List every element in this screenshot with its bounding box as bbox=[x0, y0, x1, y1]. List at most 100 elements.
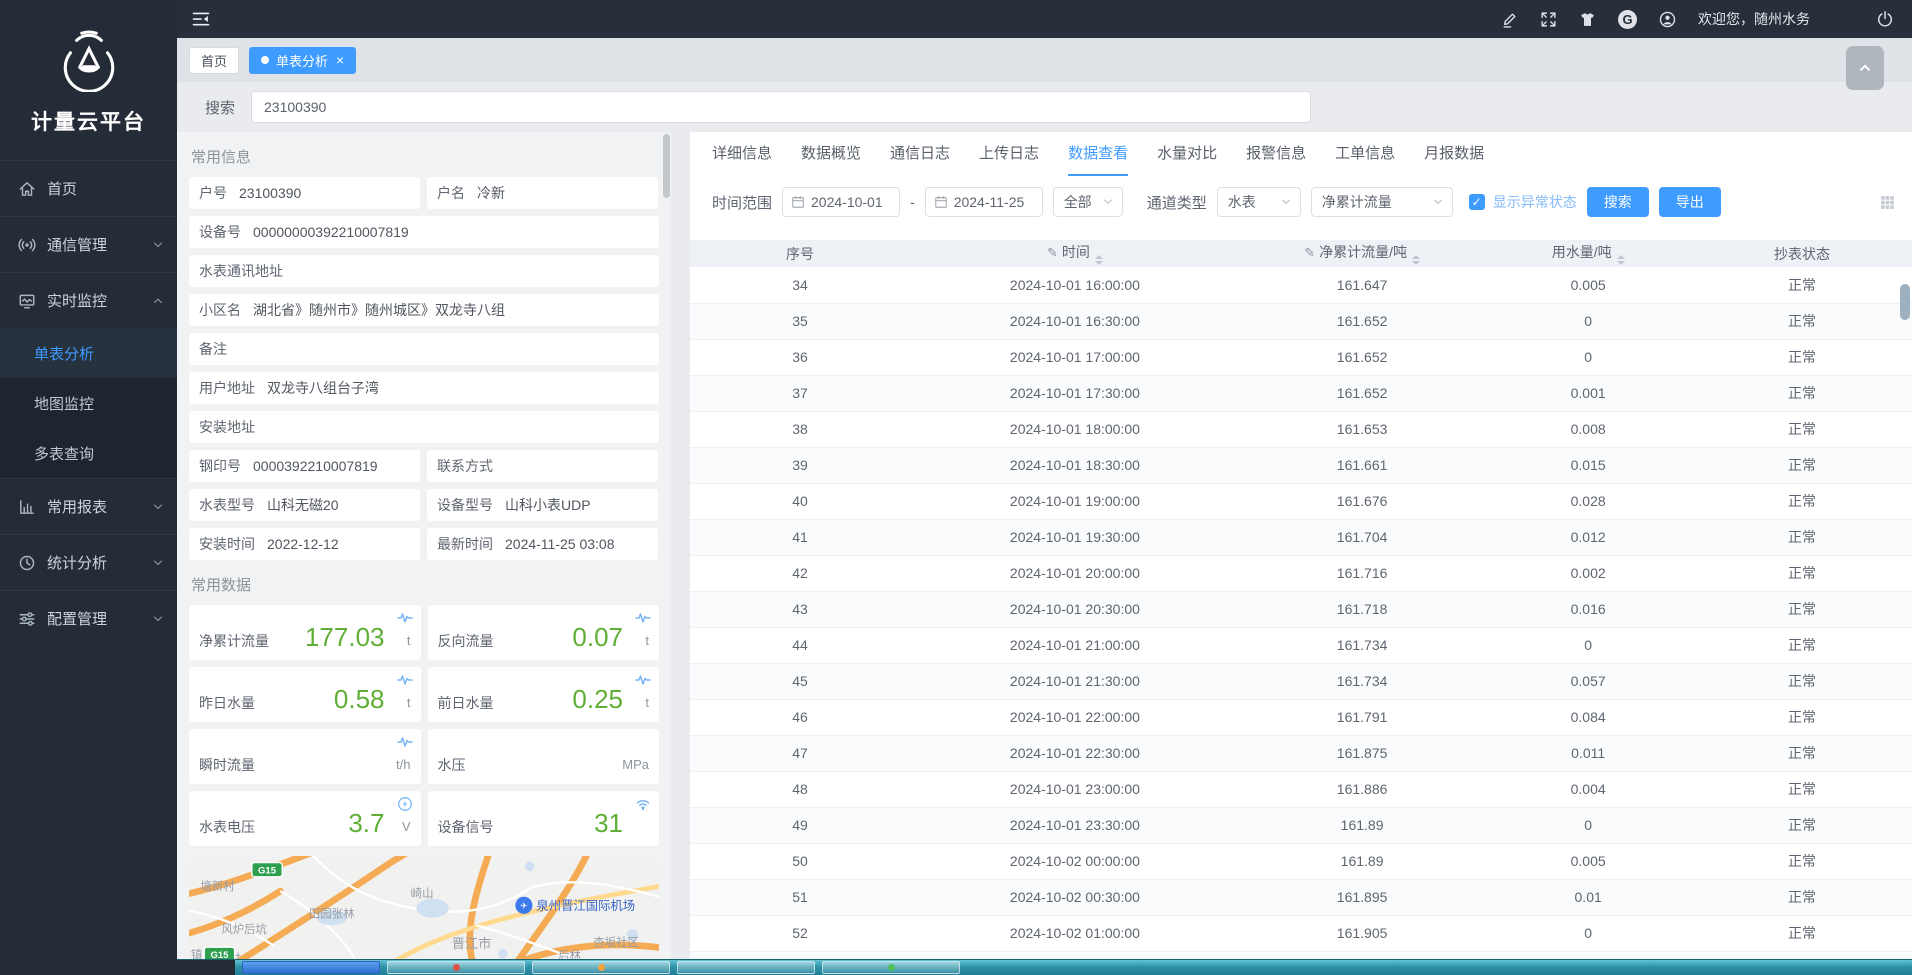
table-cell: 161.652 bbox=[1240, 303, 1484, 339]
taskbar-app-button[interactable] bbox=[532, 961, 670, 974]
table-cell: 正常 bbox=[1692, 735, 1912, 771]
table-scrollbar[interactable] bbox=[1900, 284, 1910, 320]
taskbar-app-button[interactable] bbox=[822, 961, 960, 974]
sidebar-subitem-地图监控[interactable]: 地图监控 bbox=[0, 378, 177, 428]
field-label: 户名 bbox=[437, 183, 465, 203]
table-cell: 161.647 bbox=[1240, 267, 1484, 303]
tag-label: 首页 bbox=[201, 51, 227, 70]
avatar-icon[interactable] bbox=[1659, 11, 1676, 28]
column-header-时间[interactable]: ✎时间 bbox=[910, 240, 1240, 267]
field-label: 设备型号 bbox=[437, 495, 493, 515]
field-label: 户号 bbox=[199, 183, 227, 203]
tab-通信日志[interactable]: 通信日志 bbox=[890, 142, 950, 176]
info-field-联系方式: 联系方式 bbox=[427, 450, 658, 482]
sort-carets-icon[interactable] bbox=[1412, 255, 1420, 265]
metric-label: 反向流量 bbox=[438, 631, 494, 651]
power-icon[interactable] bbox=[1876, 10, 1894, 28]
table-row: 482024-10-01 23:00:00161.8860.004正常 bbox=[690, 771, 1912, 807]
sidebar-menu: 首页通信管理实时监控单表分析地图监控多表查询常用报表统计分析配置管理 bbox=[0, 160, 177, 646]
metric-label: 水表电压 bbox=[199, 817, 255, 837]
abnormal-checkbox[interactable] bbox=[1469, 194, 1485, 210]
tag-单表分析[interactable]: 单表分析× bbox=[249, 47, 356, 74]
info-field-水表通讯地址: 水表通讯地址 bbox=[189, 255, 659, 287]
channel-select[interactable]: 水表 bbox=[1217, 187, 1301, 217]
column-label: 序号 bbox=[786, 246, 814, 262]
home-icon bbox=[18, 180, 36, 198]
tab-月报数据[interactable]: 月报数据 bbox=[1424, 142, 1484, 176]
chevron-down-icon bbox=[1102, 196, 1114, 208]
sort-asc-icon[interactable] bbox=[1617, 255, 1625, 259]
left-panel-scrollbar[interactable] bbox=[663, 134, 670, 198]
table-cell: 正常 bbox=[1692, 483, 1912, 519]
sidebar-item-首页[interactable]: 首页 bbox=[0, 160, 177, 216]
field-value: 山科小表UDP bbox=[505, 495, 591, 515]
sort-carets-icon[interactable] bbox=[1617, 255, 1625, 265]
date-to-input[interactable]: 2024-11-25 bbox=[925, 187, 1043, 217]
metric-select-value: 净累计流量 bbox=[1322, 192, 1392, 212]
taskbar-app-button[interactable] bbox=[387, 961, 525, 974]
export-button[interactable]: 导出 bbox=[1659, 187, 1721, 217]
table-cell: 0.008 bbox=[1484, 411, 1692, 447]
field-value: 23100390 bbox=[239, 185, 301, 201]
table-cell: 2024-10-01 23:00:00 bbox=[910, 771, 1240, 807]
field-value: 2022-12-12 bbox=[267, 536, 339, 552]
column-grid-icon[interactable] bbox=[1879, 194, 1896, 211]
close-icon[interactable]: × bbox=[336, 53, 344, 67]
sort-desc-icon[interactable] bbox=[1095, 261, 1103, 265]
guide-icon[interactable]: G bbox=[1618, 10, 1637, 29]
column-header-用水量/吨[interactable]: 用水量/吨 bbox=[1484, 240, 1692, 267]
location-map[interactable]: 塘新村田园张林崎山风炉后坑晋江市后林杏坂社区霞村镇G15G15✈泉州晋江国际机场 bbox=[189, 856, 659, 959]
sidebar-item-label: 通信管理 bbox=[47, 234, 107, 255]
sort-carets-icon[interactable] bbox=[1095, 255, 1103, 265]
taskbar-app-button[interactable] bbox=[242, 961, 380, 974]
sidebar-item-配置管理[interactable]: 配置管理 bbox=[0, 590, 177, 646]
metric-label: 设备信号 bbox=[438, 817, 494, 837]
table-cell: 161.676 bbox=[1240, 483, 1484, 519]
date-from-input[interactable]: 2024-10-01 bbox=[782, 187, 900, 217]
sort-asc-icon[interactable] bbox=[1412, 255, 1420, 259]
search-input[interactable] bbox=[251, 91, 1311, 123]
sidebar-item-统计分析[interactable]: 统计分析 bbox=[0, 534, 177, 590]
theme-shirt-icon[interactable] bbox=[1579, 11, 1596, 28]
tab-报警信息[interactable]: 报警信息 bbox=[1246, 142, 1306, 176]
table-cell: 161.652 bbox=[1240, 339, 1484, 375]
table-row: 492024-10-01 23:30:00161.890正常 bbox=[690, 807, 1912, 843]
sort-desc-icon[interactable] bbox=[1412, 261, 1420, 265]
sort-asc-icon[interactable] bbox=[1095, 255, 1103, 259]
metric-label: 昨日水量 bbox=[199, 693, 255, 713]
metric-select[interactable]: 净累计流量 bbox=[1311, 187, 1453, 217]
table-row: 382024-10-01 18:00:00161.6530.008正常 bbox=[690, 411, 1912, 447]
search-button[interactable]: 搜索 bbox=[1587, 187, 1649, 217]
tag-首页[interactable]: 首页 bbox=[189, 47, 239, 74]
sidebar-subitem-单表分析[interactable]: 单表分析 bbox=[0, 328, 177, 378]
chevron-down-icon bbox=[152, 239, 164, 251]
tab-数据概览[interactable]: 数据概览 bbox=[801, 142, 861, 176]
tab-工单信息[interactable]: 工单信息 bbox=[1335, 142, 1395, 176]
table-row: 472024-10-01 22:30:00161.8750.011正常 bbox=[690, 735, 1912, 771]
table-cell: 49 bbox=[690, 807, 910, 843]
tab-上传日志[interactable]: 上传日志 bbox=[979, 142, 1039, 176]
sidebar-item-label: 配置管理 bbox=[47, 608, 107, 629]
table-cell: 161.886 bbox=[1240, 771, 1484, 807]
back-to-top-button[interactable] bbox=[1846, 46, 1884, 90]
edit-icon[interactable] bbox=[1501, 11, 1518, 28]
sidebar-subitem-多表查询[interactable]: 多表查询 bbox=[0, 428, 177, 478]
table-cell: 37 bbox=[690, 375, 910, 411]
field-value: 山科无磁20 bbox=[267, 495, 339, 515]
table-cell: 0.012 bbox=[1484, 519, 1692, 555]
tab-水量对比[interactable]: 水量对比 bbox=[1157, 142, 1217, 176]
table-cell: 161.89 bbox=[1240, 807, 1484, 843]
taskbar-app-button[interactable] bbox=[677, 961, 815, 974]
hamburger-icon[interactable] bbox=[191, 9, 211, 29]
range-select[interactable]: 全部 bbox=[1053, 187, 1123, 217]
fullscreen-icon[interactable] bbox=[1540, 11, 1557, 28]
column-header-净累计流量/吨[interactable]: ✎净累计流量/吨 bbox=[1240, 240, 1484, 267]
sidebar-item-常用报表[interactable]: 常用报表 bbox=[0, 478, 177, 534]
sidebar-item-实时监控[interactable]: 实时监控 bbox=[0, 272, 177, 328]
field-label: 钢印号 bbox=[199, 456, 241, 476]
info-field-设备型号: 设备型号山科小表UDP bbox=[427, 489, 658, 521]
sort-desc-icon[interactable] bbox=[1617, 261, 1625, 265]
tab-数据查看[interactable]: 数据查看 bbox=[1068, 142, 1128, 176]
tab-详细信息[interactable]: 详细信息 bbox=[712, 142, 772, 176]
sidebar-item-通信管理[interactable]: 通信管理 bbox=[0, 216, 177, 272]
